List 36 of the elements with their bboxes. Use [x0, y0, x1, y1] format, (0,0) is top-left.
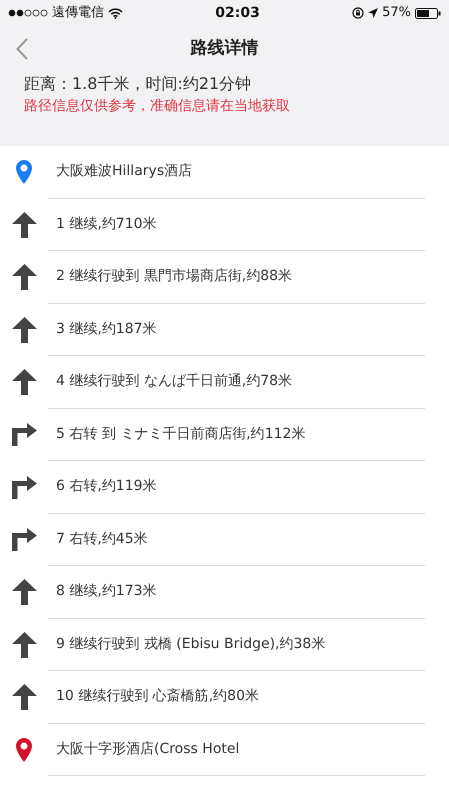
route-step: 大阪十字形酒店(Cross Hotel	[56, 738, 240, 760]
straight-arrow-icon	[12, 369, 36, 396]
straight-arrow-icon	[12, 264, 36, 290]
straight-arrow-icon	[12, 579, 36, 606]
location-pin-icon	[16, 160, 32, 184]
route-step: 6 右转,约119米	[56, 476, 157, 498]
page-title: 路线详情	[190, 37, 258, 60]
route-step: 2 继续行驶到 黒門市場商店街,约88米	[56, 266, 292, 288]
location-arrow-icon	[368, 8, 378, 18]
route-step: 大阪难波Hillarys酒店	[56, 161, 192, 182]
battery-icon	[414, 8, 441, 18]
route-step: 8 继续,约173米	[56, 581, 157, 602]
route-step: 10 继续行驶到 心斎橋筋,约80米	[56, 686, 259, 708]
location-pin-icon	[16, 738, 32, 762]
carrier-name: 遠傳電信	[52, 4, 104, 22]
route-summary: 距离：1.8千米，时间:约21分钟	[23, 73, 252, 95]
wifi-icon	[108, 8, 123, 18]
disclaimer-text: 路径信息仅供参考，准确信息请在当地获取	[23, 97, 291, 116]
battery-percent: 57%	[382, 4, 411, 22]
route-step: 4 继续行驶到 なんば千日前通,约78米	[56, 371, 292, 392]
route-step: 5 右转 到 ミナミ千日前商店街,约112米	[56, 424, 306, 445]
route-step: 9 继续行驶到 戎橋 (Ebisu Bridge),约38米	[56, 634, 326, 655]
straight-arrow-icon	[12, 632, 36, 658]
turn-right-icon	[12, 423, 36, 446]
rotation-lock-icon	[352, 7, 364, 19]
turn-right-icon	[12, 476, 36, 499]
straight-arrow-icon	[12, 684, 36, 710]
route-step: 1 继续,约710米	[56, 214, 157, 235]
straight-arrow-icon	[12, 212, 36, 238]
signal-icon	[8, 9, 48, 17]
straight-arrow-icon	[12, 316, 36, 343]
route-step: 7 右转,约45米	[56, 528, 148, 550]
back-button[interactable]	[16, 36, 28, 60]
route-step: 3 继续,约187米	[56, 318, 157, 340]
clock-time: 02:03	[215, 4, 260, 22]
turn-right-icon	[12, 528, 36, 552]
